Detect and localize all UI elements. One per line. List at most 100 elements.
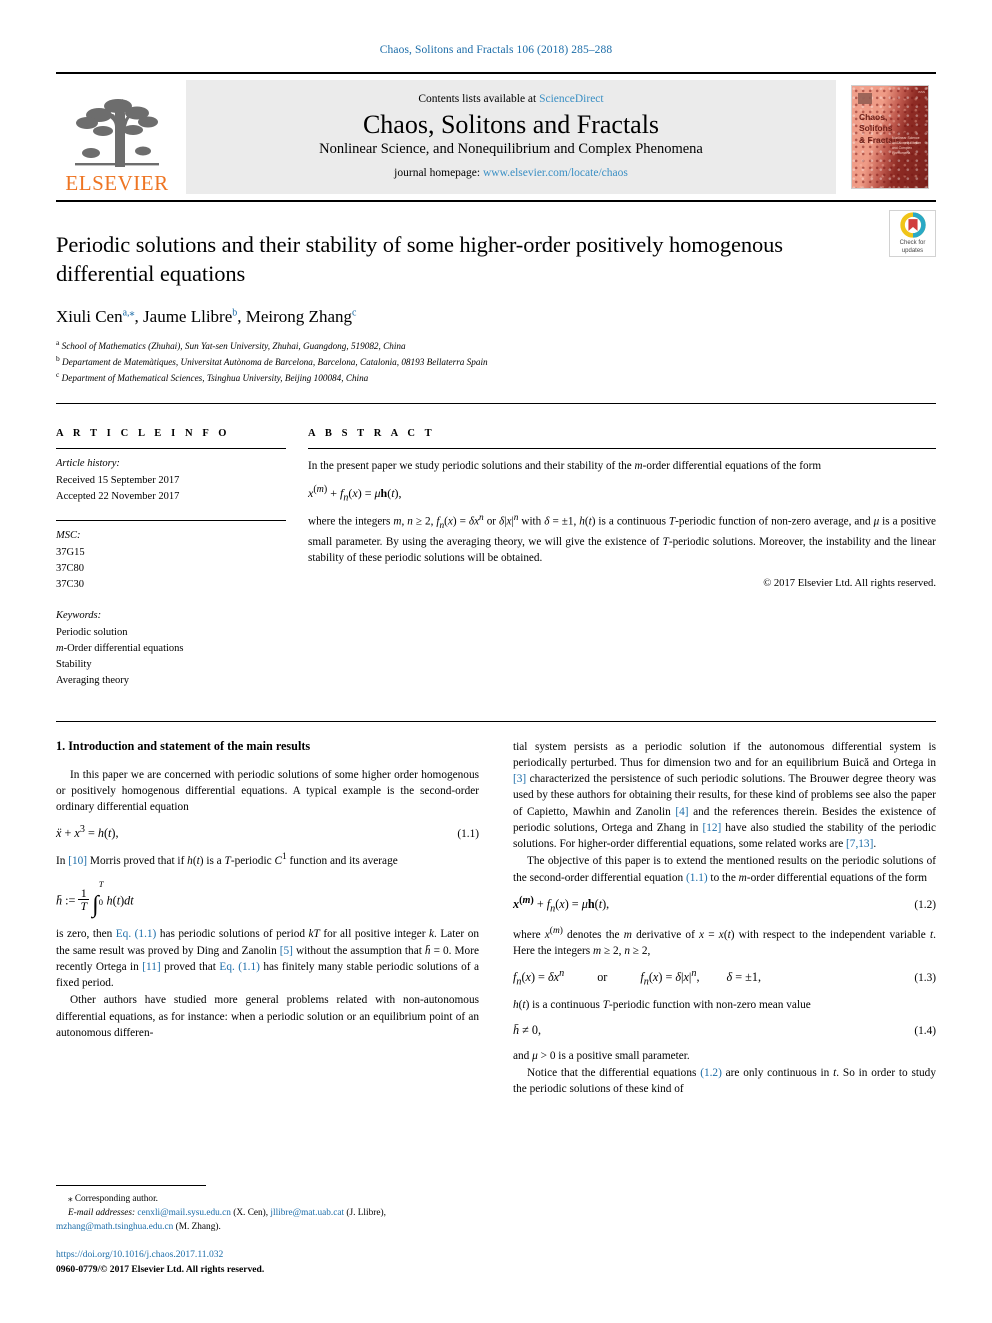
title-bottom-rule [56,403,936,405]
msc-label: MSC: [56,530,81,542]
cover-subtitle: Nonlinear Science and Nonequilibrium and… [892,136,922,156]
affiliation-b: b Departament de Matemàtiques, Universit… [56,353,936,369]
equation-1-2-number: (1.2) [914,899,936,912]
right-paragraph-1: tial system persists as a periodic solut… [513,740,937,851]
footnote-block: ⁎ Corresponding author. E-mail addresses… [56,1185,479,1277]
affil-text-c: Department of Mathematical Sciences, Tsi… [61,373,369,384]
email-addresses-note: E-mail addresses: cenxli@mail.sysu.edu.c… [56,1208,386,1233]
keywords-group: Keywords: Periodic solution m-Order diff… [56,608,286,689]
cover-publisher-mark [858,93,872,104]
right-paragraph-2: The objective of this paper is to extend… [513,855,936,884]
email-label: E-mail addresses: [68,1208,136,1219]
equation-1-1-body: ẍ + x3 = h(t), [56,824,119,841]
msc-code-1: 37C80 [56,562,85,574]
left-paragraph-3: is zero, then Eq. (1.1) has periodic sol… [56,928,479,990]
email-name-0: (X. Cen) [233,1208,266,1219]
msc-code-2: 37C30 [56,579,85,591]
crossmark-label-line1: Check for [899,240,926,246]
info-abstract-section: A R T I C L E I N F O Article history: R… [56,428,936,704]
running-head: Chaos, Solitons and Fractals 106 (2018) … [379,44,613,56]
cover-title-line1: Chaos, [859,112,888,122]
affiliation-a: a School of Mathematics (Zhuhai), Sun Ya… [56,337,936,353]
affiliation-c: c Department of Mathematical Sciences, T… [56,369,936,385]
journal-homepage-link[interactable]: www.elsevier.com/locate/chaos [483,167,628,179]
article-history-group: Article history: Received 15 September 2… [56,456,286,505]
email-link-0[interactable]: cenxli@mail.sysu.edu.cn [137,1208,231,1218]
sciencedirect-link[interactable]: ScienceDirect [539,93,604,105]
affiliation-list: a School of Mathematics (Zhuhai), Sun Ya… [56,337,936,386]
email-name-1: (J. Llibre) [346,1208,384,1219]
affil-marker-b: b [56,353,60,363]
issn-copyright-line: 0960-0779/© 2017 Elsevier Ltd. All right… [56,1263,265,1275]
article-accepted: Accepted 22 November 2017 [56,490,180,502]
journal-cover-image: ISSN Chaos, Solitons & Fractals Nonlinea… [851,85,929,189]
equation-1-3-or: or [597,969,608,984]
doi-block: https://doi.org/10.1016/j.chaos.2017.11.… [56,1248,479,1277]
crossmark-label: Check for updates [900,240,926,255]
abstract-equation: x(m) + fn(x) = μh(t), [308,483,402,504]
abstract-copyright: © 2017 Elsevier Ltd. All rights reserved… [763,578,936,590]
corresponding-text: Corresponding author. [74,1194,158,1205]
journal-cover-cell: ISSN Chaos, Solitons & Fractals Nonlinea… [844,74,936,200]
homepage-prefix: journal homepage: [394,166,483,179]
keywords-label: Keywords: [56,610,102,622]
right-paragraph-5: and μ > 0 is a positive small parameter. [513,1049,690,1062]
citation-4[interactable]: [4] [675,806,688,818]
citation-eq-1-1-a[interactable]: Eq. (1.1) [116,928,157,940]
citation-3[interactable]: [3] [513,773,526,785]
journal-title: Chaos, Solitons and Fractals [362,110,660,140]
fraction-denominator: T [78,899,90,914]
contents-prefix: Contents lists available at [418,93,540,106]
right-paragraph-4: h(t) is a continuous T-periodic function… [513,999,811,1012]
integral-upper-limit: T [98,878,104,889]
right-paragraph-3: where x(m) denotes the m derivative of x… [513,925,936,957]
citation-eq-1-1-c[interactable]: (1.1) [686,872,708,884]
elsevier-wordmark: ELSEVIER [65,171,169,195]
corresponding-author-note: ⁎ Corresponding author. [56,1192,479,1207]
equation-1-4-number: (1.4) [914,1024,936,1037]
footnote-rule [56,1185,206,1187]
citation-10[interactable]: [10] [68,855,87,867]
contents-line: Contents lists available at ScienceDirec… [418,93,603,105]
left-paragraph-2: In [10] Morris proved that if h(t) is a … [56,852,398,868]
crossmark-label-line2: updates [901,247,924,254]
body-column-left: 1. Introduction and statement of the mai… [56,739,479,1099]
article-info-separator [56,520,286,522]
integral-sign: ∫ [92,892,99,919]
equation-1-3-number: (1.3) [914,971,936,984]
citation-5[interactable]: [5] [280,945,293,957]
article-history-label: Article history: [56,458,120,470]
elsevier-logo: ELSEVIER [56,74,178,200]
left-paragraph-4: Other authors have studied more general … [56,994,479,1039]
email-link-2[interactable]: mzhang@math.tsinghua.edu.cn [56,1222,173,1232]
citation-eq-1-2[interactable]: (1.2) [700,1067,722,1079]
email-link-1[interactable]: jllibre@mat.uab.cat [270,1208,344,1218]
integral-lower-limit: 0 [98,897,104,908]
affil-marker-c: c [56,370,60,380]
citation-7-13[interactable]: [7,13] [846,838,873,850]
corresponding-star: ⁎ [68,1193,73,1204]
citation-12[interactable]: [12] [702,822,721,834]
keyword-1: m-Order differential equations [56,642,184,654]
equation-average: h̄ := 1 T ∫ T 0 h(t)dt [56,878,134,919]
citation-11[interactable]: [11] [142,961,160,973]
citation-eq-1-1-b[interactable]: Eq. (1.1) [219,961,259,973]
cover-title-line2: Solitons [859,123,893,134]
article-received: Received 15 September 2017 [56,474,180,486]
article-info-rule: Article history: Received 15 September 2… [56,448,286,689]
left-paragraph-1: In this paper we are concerned with peri… [56,768,479,814]
affil-text-b: Departament de Matemàtiques, Universitat… [62,356,488,367]
msc-code-0: 37G15 [56,546,85,558]
body-column-right: tial system persists as a periodic solut… [513,739,936,1099]
journal-header-box: Contents lists available at ScienceDirec… [186,80,836,194]
msc-group: MSC: 37G15 37C80 37C30 [56,528,286,593]
section-heading-1: 1. Introduction and statement of the mai… [56,738,311,753]
body-top-rule [56,720,936,722]
doi-link[interactable]: https://doi.org/10.1016/j.chaos.2017.11.… [56,1248,479,1262]
keyword-0: Periodic solution [56,626,128,638]
journal-homepage-line: journal homepage: www.elsevier.com/locat… [394,167,628,179]
affil-marker-a: a [56,337,60,347]
crossmark-badge[interactable]: Check for updates [889,210,936,257]
email-name-2: (M. Zhang) [175,1222,219,1233]
check-for-updates-icon [899,212,926,238]
